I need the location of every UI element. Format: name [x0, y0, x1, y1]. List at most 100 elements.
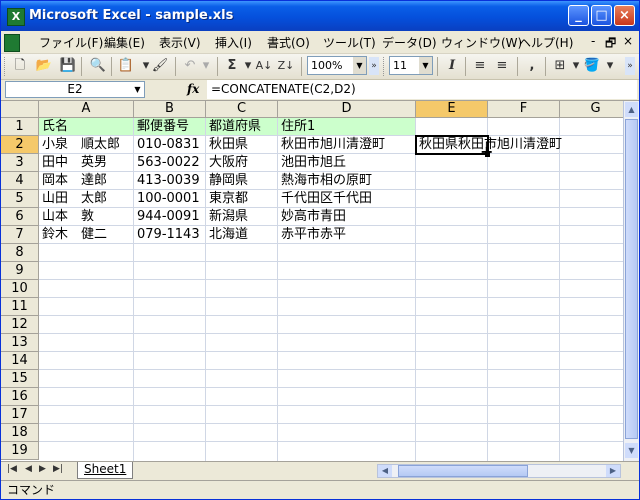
menu-file[interactable]: ファイル(F) — [39, 34, 103, 51]
cell-c4[interactable]: 静岡県 — [206, 172, 278, 189]
scroll-right-icon[interactable]: ▶ — [606, 465, 620, 477]
menu-view[interactable]: 表示(V) — [159, 34, 201, 51]
cell-a4[interactable]: 岡本 達郎 — [39, 172, 134, 189]
row-header-17[interactable]: 17 — [1, 406, 39, 424]
row-header-16[interactable]: 16 — [1, 388, 39, 406]
row-header-12[interactable]: 12 — [1, 316, 39, 334]
row-header-7[interactable]: 7 — [1, 226, 39, 244]
toolbar-overflow-icon[interactable]: » — [369, 57, 379, 75]
column-header-g[interactable]: G — [560, 101, 632, 118]
mdi-restore-button[interactable]: 🗗 — [605, 34, 616, 55]
cell-d3[interactable]: 池田市旭丘 — [278, 154, 416, 171]
cell-c5[interactable]: 東京都 — [206, 190, 278, 207]
menu-edit[interactable]: 編集(E) — [104, 34, 145, 51]
chevron-down-icon[interactable]: ▼ — [419, 57, 432, 74]
sort-descending-icon[interactable]: Z↓ — [277, 57, 295, 75]
column-header-c[interactable]: C — [206, 101, 278, 118]
toolbar-overflow-icon[interactable]: » — [625, 57, 635, 75]
scroll-left-icon[interactable]: ◀ — [378, 465, 392, 477]
cell-b3[interactable]: 563-0022 — [134, 154, 206, 171]
cell-c3[interactable]: 大阪府 — [206, 154, 278, 171]
cell-d5[interactable]: 千代田区千代田 — [278, 190, 416, 207]
scroll-up-icon[interactable]: ▲ — [625, 102, 638, 117]
cell-d1[interactable]: 住所1 — [278, 118, 416, 135]
mdi-minimize-button[interactable]: - — [591, 34, 595, 48]
cell-b7[interactable]: 079-1143 — [134, 226, 206, 243]
next-sheet-icon[interactable]: ▶ — [39, 464, 46, 474]
cell-c6[interactable]: 新潟県 — [206, 208, 278, 225]
paste-icon[interactable]: 📋 — [117, 57, 135, 75]
row-header-1[interactable]: 1 — [1, 118, 39, 136]
cell-a3[interactable]: 田中 英男 — [39, 154, 134, 171]
maximize-button[interactable]: □ — [591, 5, 612, 26]
formula-input[interactable]: =CONCATENATE(C2,D2) — [207, 80, 637, 99]
toolbar-grip[interactable] — [383, 57, 387, 76]
menu-data[interactable]: データ(D) — [382, 34, 437, 51]
chevron-down-icon[interactable]: ▼ — [353, 57, 366, 74]
italic-button[interactable]: I — [443, 57, 461, 75]
menu-tools[interactable]: ツール(T) — [323, 34, 376, 51]
row-header-10[interactable]: 10 — [1, 280, 39, 298]
column-header-f[interactable]: F — [488, 101, 560, 118]
cell-a1[interactable]: 氏名 — [39, 118, 134, 135]
row-header-11[interactable]: 11 — [1, 298, 39, 316]
row-header-4[interactable]: 4 — [1, 172, 39, 190]
menu-window[interactable]: ウィンドウ(W) — [441, 34, 522, 51]
row-header-13[interactable]: 13 — [1, 334, 39, 352]
cell-a2[interactable]: 小泉 順太郎 — [39, 136, 134, 153]
vertical-scroll-thumb[interactable] — [625, 119, 638, 439]
column-header-d[interactable]: D — [278, 101, 416, 118]
last-sheet-icon[interactable]: ▶| — [53, 464, 63, 474]
close-button[interactable]: × — [614, 5, 635, 26]
cell-d7[interactable]: 赤平市赤平 — [278, 226, 416, 243]
chevron-down-icon[interactable]: ▼ — [131, 82, 144, 97]
print-preview-icon[interactable]: 🔍 — [89, 57, 107, 75]
column-header-a[interactable]: A — [39, 101, 134, 118]
font-size-combo[interactable]: 11 ▼ — [389, 56, 433, 75]
row-header-14[interactable]: 14 — [1, 352, 39, 370]
toolbar-grip[interactable] — [4, 57, 8, 76]
horizontal-scroll-thumb[interactable] — [398, 465, 528, 477]
workbook-icon[interactable] — [4, 34, 20, 52]
new-file-icon[interactable]: 🗋 — [11, 57, 29, 75]
excel-app-icon[interactable]: X — [7, 8, 25, 26]
row-header-19[interactable]: 19 — [1, 442, 39, 460]
menu-help[interactable]: ヘルプ(H) — [519, 34, 573, 51]
undo-dropdown-icon[interactable]: ▾ — [197, 57, 215, 75]
prev-sheet-icon[interactable]: ◀ — [25, 464, 32, 474]
cell-c1[interactable]: 都道府県 — [206, 118, 278, 135]
row-header-9[interactable]: 9 — [1, 262, 39, 280]
sort-ascending-icon[interactable]: A↓ — [255, 57, 273, 75]
format-painter-icon[interactable]: 🖌 — [151, 57, 169, 75]
align-left-icon[interactable]: ≡ — [471, 57, 489, 75]
fill-color-dropdown-icon[interactable]: ▾ — [601, 57, 619, 75]
minimize-button[interactable]: _ — [568, 5, 589, 26]
column-header-b[interactable]: B — [134, 101, 206, 118]
cell-a7[interactable]: 鈴木 健二 — [39, 226, 134, 243]
name-box[interactable]: E2 ▼ — [5, 81, 145, 98]
row-header-5[interactable]: 5 — [1, 190, 39, 208]
menu-insert[interactable]: 挿入(I) — [215, 34, 252, 51]
zoom-combo[interactable]: 100% ▼ — [307, 56, 367, 75]
row-header-8[interactable]: 8 — [1, 244, 39, 262]
horizontal-scrollbar[interactable]: ◀ ▶ — [377, 464, 621, 478]
row-header-6[interactable]: 6 — [1, 208, 39, 226]
mdi-close-button[interactable]: × — [623, 34, 633, 48]
open-folder-icon[interactable]: 📂 — [35, 57, 53, 75]
menu-format[interactable]: 書式(O) — [267, 34, 310, 51]
cell-a6[interactable]: 山本 敦 — [39, 208, 134, 225]
cell-b2[interactable]: 010-0831 — [134, 136, 206, 153]
save-icon[interactable]: 💾 — [59, 57, 77, 75]
cell-b5[interactable]: 100-0001 — [134, 190, 206, 207]
select-all-button[interactable] — [1, 101, 39, 118]
cell-c7[interactable]: 北海道 — [206, 226, 278, 243]
cell-d6[interactable]: 妙高市青田 — [278, 208, 416, 225]
cell-b4[interactable]: 413-0039 — [134, 172, 206, 189]
row-header-2[interactable]: 2 — [1, 136, 39, 154]
column-header-e[interactable]: E — [416, 101, 488, 118]
worksheet-grid[interactable]: A B C D E F G 1 2 3 4 5 6 7 8 9 10 11 12… — [1, 101, 639, 461]
sheet-tab-sheet1[interactable]: Sheet1 — [77, 462, 134, 479]
vertical-scrollbar[interactable]: ▲ ▼ — [623, 101, 639, 461]
first-sheet-icon[interactable]: |◀ — [7, 464, 17, 474]
insert-function-icon[interactable]: fx — [187, 82, 199, 96]
